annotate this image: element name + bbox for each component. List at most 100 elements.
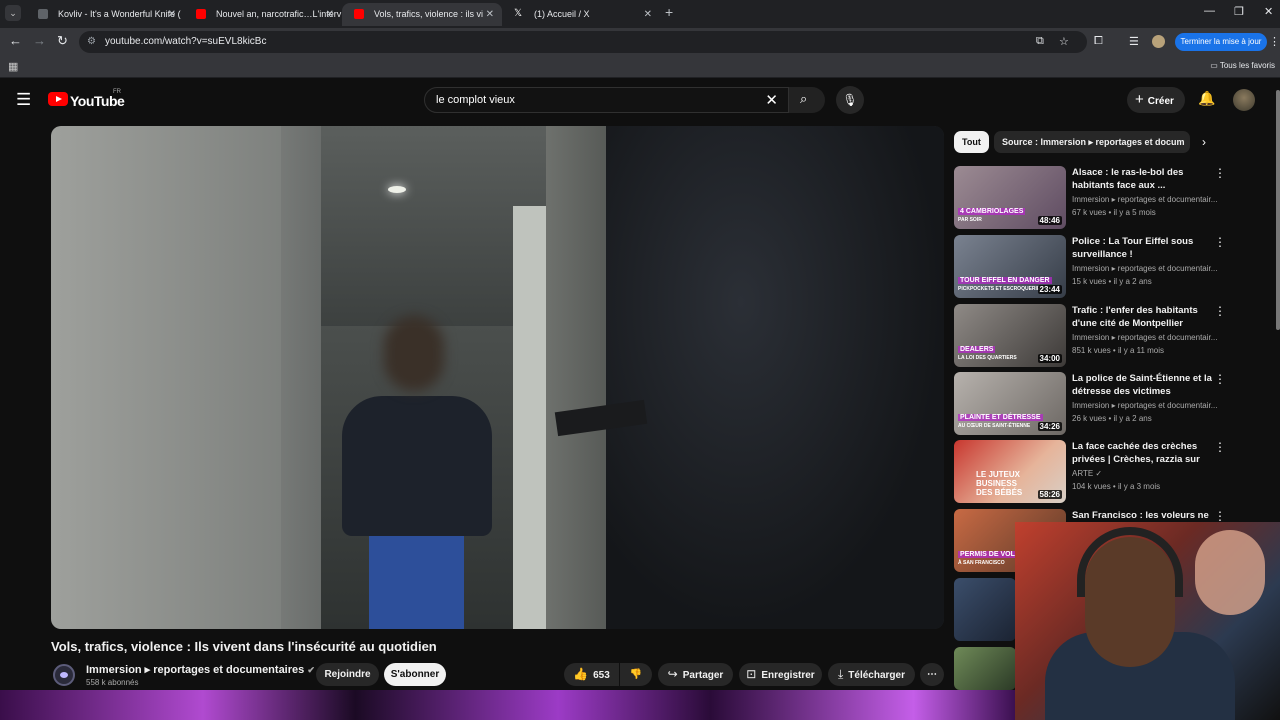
search-button[interactable]: ⌕: [789, 87, 825, 113]
site-info-icon[interactable]: ⚙: [87, 36, 96, 47]
chevron-right-icon[interactable]: ›: [1202, 135, 1206, 149]
profile-avatar[interactable]: [1152, 35, 1165, 48]
maximize-icon[interactable]: ❐: [1234, 5, 1244, 18]
update-button[interactable]: Terminer la mise à jour: [1175, 33, 1267, 51]
video-thumbnail[interactable]: [954, 578, 1016, 641]
create-button[interactable]: + Créer: [1127, 87, 1185, 113]
dislike-button[interactable]: 👎: [620, 663, 652, 686]
save-label: Enregistrer: [761, 670, 815, 681]
close-icon[interactable]: ✕: [486, 3, 494, 26]
account-avatar[interactable]: [1233, 89, 1255, 111]
more-options-icon[interactable]: ⋮: [1214, 304, 1226, 318]
new-tab-button[interactable]: +: [665, 4, 673, 20]
video-frame-light: [388, 186, 406, 193]
more-actions-icon[interactable]: ⋯: [920, 663, 944, 686]
thumbnail-caption: PLAINTE ET DÉTRESSE: [958, 414, 1043, 421]
reload-icon[interactable]: ↻: [57, 33, 68, 49]
channel-name: Immersion ▸ reportages et documentaires: [86, 664, 305, 676]
all-bookmarks-button[interactable]: ▭ Tous les favoris: [1210, 61, 1275, 70]
voice-search-icon[interactable]: 🎙: [836, 86, 864, 114]
share-button[interactable]: ↪ Partager: [658, 663, 733, 686]
thumbs-up-icon: 👍: [573, 667, 589, 681]
reading-list-icon[interactable]: ☰: [1129, 35, 1139, 48]
recommendation-channel[interactable]: ARTE ✓: [1072, 469, 1222, 478]
close-icon[interactable]: ✕: [644, 3, 652, 26]
recommendation-meta: 15 k vues • il y a 2 ans: [1072, 277, 1152, 286]
video-thumbnail[interactable]: TOUR EIFFEL EN DANGER PICKPOCKETS ET ESC…: [954, 235, 1066, 298]
recommendation-title[interactable]: Trafic : l'enfer des habitants d'une cit…: [1072, 304, 1212, 330]
webcam-overlay: [1015, 522, 1280, 720]
video-player[interactable]: [51, 126, 944, 629]
minimize-icon[interactable]: —: [1204, 5, 1215, 17]
save-button[interactable]: ⊡ Enregistrer: [739, 663, 822, 686]
tab-search-icon[interactable]: ⌄: [5, 5, 21, 21]
more-options-icon[interactable]: ⋮: [1214, 509, 1226, 523]
scrollbar[interactable]: [1276, 90, 1280, 330]
recommendation-item[interactable]: TOUR EIFFEL EN DANGER PICKPOCKETS ET ESC…: [954, 235, 1226, 299]
youtube-logo-icon[interactable]: [48, 92, 68, 106]
channel-name-link[interactable]: Immersion ▸ reportages et documentaires …: [86, 663, 315, 676]
search-query[interactable]: le complot vieux: [436, 94, 515, 106]
video-thumbnail[interactable]: [954, 647, 1016, 690]
bookmark-star-icon[interactable]: ☆: [1059, 35, 1069, 48]
clear-search-icon[interactable]: ✕: [765, 91, 778, 109]
subscribe-button[interactable]: S'abonner: [384, 663, 446, 686]
chip-all[interactable]: Tout: [954, 131, 989, 153]
extensions-icon[interactable]: ⧠: [1094, 35, 1103, 48]
menu-icon[interactable]: ☰: [16, 90, 31, 110]
recommendation-channel[interactable]: Immersion ▸ reportages et documentair...: [1072, 401, 1222, 410]
more-options-icon[interactable]: ⋮: [1214, 440, 1226, 454]
video-frame-blurred-face: [384, 316, 444, 391]
recommendation-item[interactable]: 4 CAMBRIOLAGES PAR SOIR 48:46 Alsace : l…: [954, 166, 1226, 230]
notifications-bell-icon[interactable]: 🔔: [1198, 90, 1215, 107]
join-button[interactable]: Rejoindre: [316, 663, 379, 686]
chip-source[interactable]: Source : Immersion ▸ reportages et docum: [994, 131, 1190, 153]
recommendation-title[interactable]: San Francisco : les voleurs ne: [1072, 509, 1212, 522]
like-button[interactable]: 👍 653: [564, 663, 619, 686]
close-icon[interactable]: ✕: [326, 3, 334, 26]
browser-tab[interactable]: 𝕏 (1) Accueil / X ✕: [502, 3, 660, 26]
video-thumbnail[interactable]: LE JUTEUX BUSINESS DES BÉBÉS 58:26: [954, 440, 1066, 503]
back-icon[interactable]: ←: [9, 33, 22, 48]
browser-menu-icon[interactable]: ⋮: [1269, 35, 1280, 48]
thumbnail-caption: LE JUTEUX BUSINESS DES BÉBÉS: [976, 470, 1023, 497]
recommendation-item[interactable]: DEALERS LA LOI DES QUARTIERS 34:00 Trafi…: [954, 304, 1226, 368]
tab-title: Vols, trafics, violence : ils vi: [374, 9, 484, 19]
more-options-icon[interactable]: ⋮: [1214, 235, 1226, 249]
search-input[interactable]: le complot vieux ✕: [424, 87, 789, 113]
recommendation-title[interactable]: Police : La Tour Eiffel sous surveillanc…: [1072, 235, 1212, 261]
recommendation-title[interactable]: La police de Saint-Étienne et la détress…: [1072, 372, 1212, 398]
video-thumbnail[interactable]: 4 CAMBRIOLAGES PAR SOIR 48:46: [954, 166, 1066, 229]
thumbnail-subcaption: LA LOI DES QUARTIERS: [958, 355, 1017, 361]
browser-tab[interactable]: Nouvel an, narcotrafic…L'interv ✕: [184, 3, 342, 26]
thumbnail-subcaption: PICKPOCKETS ET ESCROQUERIES: [958, 286, 1044, 292]
recommendation-channel[interactable]: Immersion ▸ reportages et documentair...: [1072, 195, 1222, 204]
filter-chips: Tout Source : Immersion ▸ reportages et …: [954, 131, 1214, 153]
browser-tab-active[interactable]: Vols, trafics, violence : ils vi ✕: [342, 3, 502, 26]
channel-avatar[interactable]: [53, 664, 75, 686]
country-code: FR: [113, 89, 121, 95]
download-button[interactable]: ⤓ Télécharger: [828, 663, 915, 686]
recommendation-title[interactable]: Alsace : le ras-le-bol des habitants fac…: [1072, 166, 1212, 192]
recommendation-channel[interactable]: Immersion ▸ reportages et documentair...: [1072, 333, 1222, 342]
video-thumbnail[interactable]: DEALERS LA LOI DES QUARTIERS 34:00: [954, 304, 1066, 367]
video-thumbnail[interactable]: PLAINTE ET DÉTRESSE AU CŒUR DE SAINT-ÉTI…: [954, 372, 1066, 435]
recommendation-title[interactable]: La face cachée des crèches privées | Crè…: [1072, 440, 1212, 466]
thumbnail-subcaption: À SAN FRANCISCO: [958, 560, 1005, 566]
address-bar[interactable]: ⚙ youtube.com/watch?v=suEVL8kicBc ⧉ ☆: [79, 31, 1087, 53]
more-options-icon[interactable]: ⋮: [1214, 166, 1226, 180]
browser-tab[interactable]: Kovliv - It's a Wonderful Knife ( ✕: [26, 3, 184, 26]
forward-icon[interactable]: →: [33, 33, 46, 48]
youtube-wordmark[interactable]: YouTube: [70, 93, 125, 109]
recommendation-item[interactable]: LE JUTEUX BUSINESS DES BÉBÉS 58:26 La fa…: [954, 440, 1226, 504]
recommendation-item[interactable]: PLAINTE ET DÉTRESSE AU CŒUR DE SAINT-ÉTI…: [954, 372, 1226, 436]
url-text[interactable]: youtube.com/watch?v=suEVL8kicBc: [105, 36, 266, 47]
more-options-icon[interactable]: ⋮: [1214, 372, 1226, 386]
browser-tab-strip: ⌄ Kovliv - It's a Wonderful Knife ( ✕ No…: [0, 0, 1280, 28]
window-close-icon[interactable]: ✕: [1264, 5, 1273, 18]
install-app-icon[interactable]: ⧉: [1036, 35, 1044, 48]
recommendation-channel[interactable]: Immersion ▸ reportages et documentair...: [1072, 264, 1222, 273]
apps-grid-icon[interactable]: ▦: [8, 60, 18, 73]
close-icon[interactable]: ✕: [168, 3, 176, 26]
duration-badge: 48:46: [1037, 216, 1062, 225]
